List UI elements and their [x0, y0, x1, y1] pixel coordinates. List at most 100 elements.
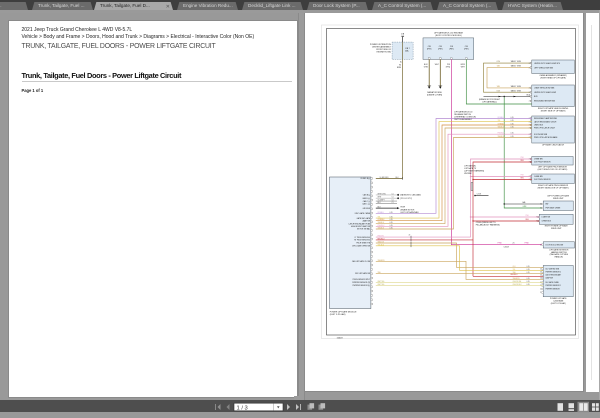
svg-text:YEL: YEL [497, 120, 500, 122]
svg-text:0.35: 0.35 [510, 126, 513, 128]
svg-text:RED: RED [520, 177, 524, 179]
svg-text:2: 2 [540, 292, 541, 294]
svg-text:TAN/LT GRN: TAN/LT GRN [510, 60, 521, 63]
svg-text:HIGH: HIGH [400, 206, 405, 208]
svg-text:LIMITED INTO VEHICLE BW SPS: LIMITED INTO VEHICLE BW SPS [534, 62, 561, 64]
svg-text:CHIME BW: CHIME BW [534, 176, 543, 178]
svg-text:TAN/BRN: TAN/BRN [377, 258, 385, 261]
svg-text:LT PNCH SENS SIG: LT PNCH SENS SIG [354, 236, 370, 238]
svg-text:2: 2 [540, 207, 541, 209]
svg-text:CAN B (-): CAN B (-) [362, 193, 370, 196]
svg-text:YEL/BLU: YEL/BLU [377, 244, 384, 246]
svg-text:A: A [400, 60, 402, 63]
svg-text:C/B 7: C/B 7 [405, 48, 410, 50]
svg-text:16649: 16649 [336, 337, 343, 339]
svg-text:TAN: TAN [496, 85, 500, 88]
svg-text:CAN B (+): CAN B (+) [362, 196, 370, 199]
svg-text:PWRPER SENSOR (R): PWRPER SENSOR (R) [352, 282, 370, 284]
svg-text:2: 2 [528, 100, 529, 102]
svg-text:(LEFT D PILLAR): (LEFT D PILLAR) [550, 301, 565, 304]
svg-text:WHT/YEL: WHT/YEL [377, 283, 384, 285]
svg-text:RED/BLU: RED/BLU [510, 274, 518, 276]
svg-text:LATCH REDUNDANT FDBK: LATCH REDUNDANT FDBK [348, 222, 370, 225]
svg-text:(RIGHT REAR OF LIFTGATE): (RIGHT REAR OF LIFTGATE) [540, 76, 566, 79]
svg-text:0.35: 0.35 [526, 280, 529, 282]
svg-text:LIMITED INTO VEHICLE BW: LIMITED INTO VEHICLE BW [534, 91, 556, 93]
svg-text:ORN/BLK: ORN/BLK [497, 123, 505, 125]
svg-text:CHIME BUS: CHIME BUS [541, 220, 551, 222]
svg-text:TAN/LT GRN: TAN/LT GRN [510, 64, 521, 67]
svg-text:C2008: C2008 [503, 246, 508, 248]
svg-text:0.35: 0.35 [389, 219, 392, 221]
svg-text:ENGINE ROOM): ENGINE ROOM) [376, 51, 391, 53]
svg-text:LGATE VEHICLE BW SNB: LGATE VEHICLE BW SNB [534, 86, 555, 89]
svg-text:DLV PINCH SENSOR: DLV PINCH SENSOR [534, 179, 551, 181]
svg-text:HANDLE): HANDLE) [554, 255, 563, 258]
svg-text:GRN: GRN [423, 66, 428, 68]
svg-text:(LEFT SIDE/DOOR OF LIFTGATE): (LEFT SIDE/DOOR OF LIFTGATE) [537, 167, 567, 170]
svg-text:LATCH REDUNDANT CINCH: LATCH REDUNDANT CINCH [534, 120, 557, 123]
svg-text:0.35: 0.35 [389, 216, 392, 218]
svg-text:RED: RED [520, 159, 524, 161]
svg-text:(RIGHT SIDE/DOOR OF LIFTGATE): (RIGHT SIDE/DOOR OF LIFTGATE) [537, 186, 568, 189]
svg-text:GATE SW LGATE: GATE SW LGATE [356, 216, 370, 219]
svg-text:0.35: 0.35 [510, 132, 513, 134]
svg-text:PWRPER SENSOR 2: PWRPER SENSOR 2 [545, 271, 561, 273]
svg-text:DRIVE UNIT: DRIVE UNIT [550, 228, 562, 230]
svg-text:(UNDER COVER): (UNDER COVER) [426, 94, 442, 96]
svg-text:DRV LGATE CHIME: DRV LGATE CHIME [354, 212, 370, 215]
svg-text:CAN LIFTGATE CLOSE: CAN LIFTGATE CLOSE [351, 260, 370, 263]
svg-text:WHT: WHT [434, 64, 439, 66]
svg-text:TAN/BLU: TAN/BLU [377, 221, 384, 224]
svg-text:90 BROWN: 90 BROWN [379, 176, 389, 178]
svg-text:2: 2 [540, 288, 541, 290]
svg-text:TAN/LT GRN: TAN/LT GRN [510, 85, 521, 88]
svg-text:CAN C (-): CAN C (-) [362, 199, 370, 202]
svg-text:21: 21 [512, 242, 514, 244]
svg-text:RT PNCH SENS SIG: RT PNCH SENS SIG [354, 239, 371, 241]
svg-text:1 / 3: 1 / 3 [237, 405, 248, 411]
svg-text:(TO DLC DTC): (TO DLC DTC) [400, 198, 412, 200]
svg-text:CHECK BLK: CHECK BLK [512, 283, 522, 285]
svg-text:BAL: BAL [522, 201, 525, 204]
svg-text:PWRPER SENSOR: PWRPER SENSOR [545, 288, 560, 290]
svg-text:PNK: PNK [525, 214, 529, 216]
svg-text:REDUNDANT BW BW SNB: REDUNDANT BW BW SNB [534, 99, 556, 102]
svg-text:2: 2 [528, 87, 529, 89]
svg-text:VIO/BLU: VIO/BLU [497, 117, 504, 119]
svg-text:RED/BLU: RED/BLU [377, 238, 385, 240]
svg-text:LEFT VEHICLE BW SNB: LEFT VEHICLE BW SNB [534, 67, 554, 69]
svg-text:PNK: PNK [520, 156, 524, 158]
svg-text:HIGH MOUNT LAMP SW: HIGH MOUNT LAMP SW [351, 225, 370, 228]
svg-text:2: 2 [528, 96, 529, 98]
svg-text:0.35: 0.35 [510, 117, 513, 119]
svg-text:(F87): (F87) [438, 48, 443, 50]
svg-text:2: 2 [540, 244, 541, 246]
svg-text:LIFTGATE/DECK LID RELEASE: LIFTGATE/DECK LID RELEASE [434, 31, 464, 34]
svg-text:PNK: PNK [520, 174, 524, 176]
svg-text:(F87): (F87) [427, 48, 432, 50]
svg-text:(BODY CONTROL MODULE): (BODY CONTROL MODULE) [435, 35, 462, 37]
svg-text:2: 2 [540, 203, 541, 205]
svg-text:LIFTGATE/RAIL): LIFTGATE/RAIL) [482, 100, 497, 103]
svg-text:2: 2 [528, 91, 529, 93]
svg-text:PWR GATE CHIME: PWR GATE CHIME [545, 206, 561, 209]
svg-text:2: 2 [528, 67, 529, 69]
svg-text:WHT/BK: WHT/BK [464, 172, 472, 174]
svg-text:0.35: 0.35 [526, 283, 529, 285]
svg-text:PINCH SENSOR SPLY: PINCH SENSOR SPLY [352, 279, 370, 281]
svg-text:(F87): (F87) [449, 48, 454, 50]
svg-text:PWR LIFTG LATCH CINCH: PWR LIFTG LATCH CINCH [534, 126, 556, 129]
svg-text:DRV LGATE OPEN SW: DRV LGATE OPEN SW [352, 244, 370, 247]
svg-text:POWER LIFTGATE MODULE: POWER LIFTGATE MODULE [329, 310, 356, 313]
svg-text:0.35: 0.35 [526, 277, 529, 279]
svg-text:TAN/LT GRN: TAN/LT GRN [510, 89, 521, 92]
svg-text:0.35: 0.35 [526, 265, 529, 267]
svg-text:VIO/BLU: VIO/BLU [377, 211, 384, 213]
svg-text:ORN/BLK: ORN/BLK [377, 219, 385, 221]
svg-text:YEL: YEL [512, 268, 515, 270]
svg-text:DLV LIMITED SNB: DLV LIMITED SNB [545, 268, 558, 270]
svg-text:WHT: WHT [377, 196, 381, 198]
svg-text:PNCH SENS RTN: PNCH SENS RTN [356, 242, 371, 244]
svg-text:PWRPER SENSOR (L): PWRPER SENSOR (L) [352, 285, 370, 287]
